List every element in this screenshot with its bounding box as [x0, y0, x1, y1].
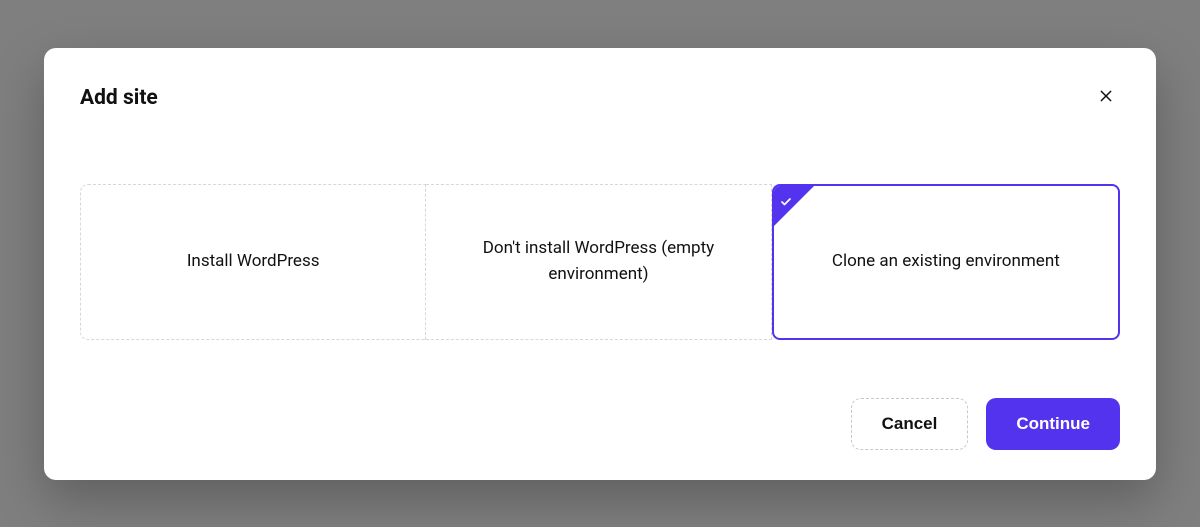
close-icon	[1098, 88, 1114, 107]
dialog-header: Add site	[80, 84, 1120, 112]
option-label: Clone an existing environment	[832, 249, 1060, 275]
install-options: Install WordPress Don't install WordPres…	[80, 184, 1120, 340]
option-empty-environment[interactable]: Don't install WordPress (empty environme…	[426, 184, 771, 340]
dialog-title: Add site	[80, 86, 158, 110]
option-clone-environment[interactable]: Clone an existing environment	[772, 184, 1120, 340]
dialog-footer: Cancel Continue	[80, 378, 1120, 450]
cancel-button[interactable]: Cancel	[851, 398, 969, 450]
continue-button[interactable]: Continue	[986, 398, 1120, 450]
option-install-wordpress[interactable]: Install WordPress	[80, 184, 426, 340]
add-site-dialog: Add site Install WordPress Don't install…	[44, 48, 1156, 480]
close-button[interactable]	[1092, 84, 1120, 112]
option-label: Install WordPress	[187, 249, 320, 275]
check-icon	[780, 191, 792, 217]
option-label: Don't install WordPress (empty environme…	[454, 236, 742, 287]
